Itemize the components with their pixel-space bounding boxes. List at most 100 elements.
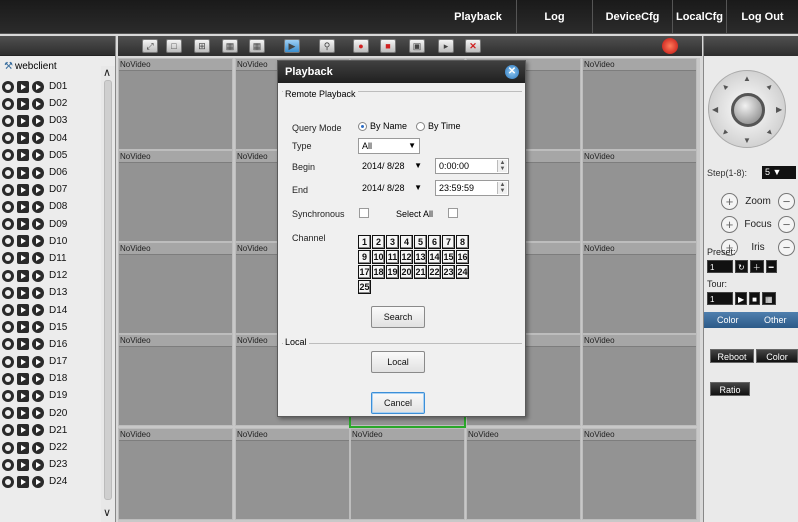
spin-icon[interactable]: ▲ ▼: [497, 160, 507, 172]
ptz-up-left-icon[interactable]: ▲: [719, 81, 731, 93]
end-date-picker[interactable]: 2014/ 8/28 ▼: [358, 180, 426, 196]
channel-row[interactable]: D04: [2, 130, 102, 147]
stream-icon[interactable]: [17, 166, 29, 179]
synchronous-checkbox[interactable]: [359, 208, 369, 218]
video-cell[interactable]: NoVideo: [582, 150, 697, 242]
tab-other[interactable]: Other: [752, 312, 798, 328]
close-icon[interactable]: ✕: [505, 65, 519, 79]
preset-remove-icon[interactable]: ━: [765, 260, 777, 273]
channel-select-button[interactable]: 3: [386, 235, 399, 249]
stream-icon[interactable]: [17, 475, 29, 488]
channel-row[interactable]: D24: [2, 473, 102, 490]
stream-icon[interactable]: [17, 97, 29, 110]
search-button[interactable]: Search: [371, 306, 425, 328]
record-icon[interactable]: [2, 80, 14, 93]
channel-select-button[interactable]: 23: [442, 265, 455, 279]
record-icon[interactable]: [2, 235, 14, 248]
preset-add-icon[interactable]: ＋: [749, 260, 764, 273]
channel-select-button[interactable]: 18: [372, 265, 385, 279]
play-icon[interactable]: [32, 407, 44, 420]
alarm-icon[interactable]: [662, 38, 678, 54]
record-icon[interactable]: [2, 338, 14, 351]
play-icon[interactable]: [32, 372, 44, 385]
search-icon[interactable]: ⚲: [319, 39, 335, 53]
play-icon[interactable]: [32, 97, 44, 110]
play-icon[interactable]: [32, 321, 44, 334]
playback-icon[interactable]: ▶: [284, 39, 300, 53]
play-icon[interactable]: [32, 286, 44, 299]
talk-start-icon[interactable]: ▸: [438, 39, 454, 53]
channel-row[interactable]: D02: [2, 95, 102, 112]
stream-icon[interactable]: [17, 389, 29, 402]
talk-stop-icon[interactable]: ✕: [465, 39, 481, 53]
record-icon[interactable]: [2, 252, 14, 265]
type-select[interactable]: All ▼: [358, 138, 420, 154]
stream-icon[interactable]: [17, 269, 29, 282]
record-icon[interactable]: [2, 132, 14, 145]
video-cell[interactable]: NoVideo: [582, 334, 697, 426]
record-icon[interactable]: [2, 441, 14, 454]
iris-close-button[interactable]: −: [778, 238, 795, 256]
nav-device-config[interactable]: DeviceCfg: [592, 0, 672, 34]
channel-select-button[interactable]: 20: [400, 265, 413, 279]
video-cell[interactable]: NoVideo: [350, 428, 465, 520]
channel-row[interactable]: D06: [2, 164, 102, 181]
channel-select-button[interactable]: 16: [456, 250, 469, 264]
nav-log[interactable]: Log: [516, 0, 592, 34]
focus-near-button[interactable]: +: [721, 215, 738, 233]
focus-far-button[interactable]: −: [778, 215, 795, 233]
play-icon[interactable]: [32, 218, 44, 231]
stream-icon[interactable]: [17, 338, 29, 351]
channel-row[interactable]: D21: [2, 422, 102, 439]
stream-icon[interactable]: [17, 132, 29, 145]
stream-icon[interactable]: [17, 149, 29, 162]
channel-row[interactable]: D11: [2, 250, 102, 267]
channel-row[interactable]: D13: [2, 284, 102, 301]
play-icon[interactable]: [32, 183, 44, 196]
video-cell[interactable]: NoVideo: [118, 428, 233, 520]
ptz-right-icon[interactable]: ▶: [776, 105, 782, 114]
channel-select-button[interactable]: 13: [414, 250, 427, 264]
stream-icon[interactable]: [17, 183, 29, 196]
video-cell[interactable]: NoVideo: [582, 58, 697, 150]
channel-row[interactable]: D07: [2, 181, 102, 198]
stream-icon[interactable]: [17, 407, 29, 420]
channel-select-button[interactable]: 12: [400, 250, 413, 264]
channel-select-button[interactable]: 8: [456, 235, 469, 249]
channel-select-button[interactable]: 21: [414, 265, 427, 279]
stream-icon[interactable]: [17, 252, 29, 265]
play-icon[interactable]: [32, 166, 44, 179]
end-time-field[interactable]: 23:59:59 ▲ ▼: [435, 180, 509, 196]
snapshot-icon[interactable]: ▣: [409, 39, 425, 53]
channel-row[interactable]: D10: [2, 233, 102, 250]
record-icon[interactable]: [2, 114, 14, 127]
channel-select-button[interactable]: 24: [456, 265, 469, 279]
scroll-down-icon[interactable]: ∨: [103, 506, 111, 519]
record-icon[interactable]: [2, 389, 14, 402]
video-cell[interactable]: NoVideo: [582, 242, 697, 334]
video-cell[interactable]: NoVideo: [466, 428, 581, 520]
channel-row[interactable]: D12: [2, 267, 102, 284]
play-icon[interactable]: [32, 338, 44, 351]
tour-stop-icon[interactable]: ■: [749, 292, 760, 305]
nav-log-out[interactable]: Log Out: [726, 0, 798, 34]
record-icon[interactable]: [2, 286, 14, 299]
channel-select-button[interactable]: 17: [358, 265, 371, 279]
channel-select-button[interactable]: 14: [428, 250, 441, 264]
play-icon[interactable]: [32, 114, 44, 127]
record-icon[interactable]: [2, 97, 14, 110]
ptz-down-left-icon[interactable]: ▼: [719, 127, 731, 139]
play-icon[interactable]: [32, 475, 44, 488]
preset-goto-icon[interactable]: ↻: [735, 260, 748, 273]
play-icon[interactable]: [32, 132, 44, 145]
by-name-radio[interactable]: By Name: [358, 121, 407, 132]
record-icon[interactable]: [2, 166, 14, 179]
stream-icon[interactable]: [17, 355, 29, 368]
by-time-radio[interactable]: By Time: [416, 121, 461, 132]
play-icon[interactable]: [32, 235, 44, 248]
channel-select-button[interactable]: 15: [442, 250, 455, 264]
ptz-left-icon[interactable]: ◀: [712, 105, 718, 114]
channel-select-button[interactable]: 9: [358, 250, 371, 264]
channel-select-button[interactable]: 6: [428, 235, 441, 249]
channel-select-button[interactable]: 25: [358, 280, 371, 294]
